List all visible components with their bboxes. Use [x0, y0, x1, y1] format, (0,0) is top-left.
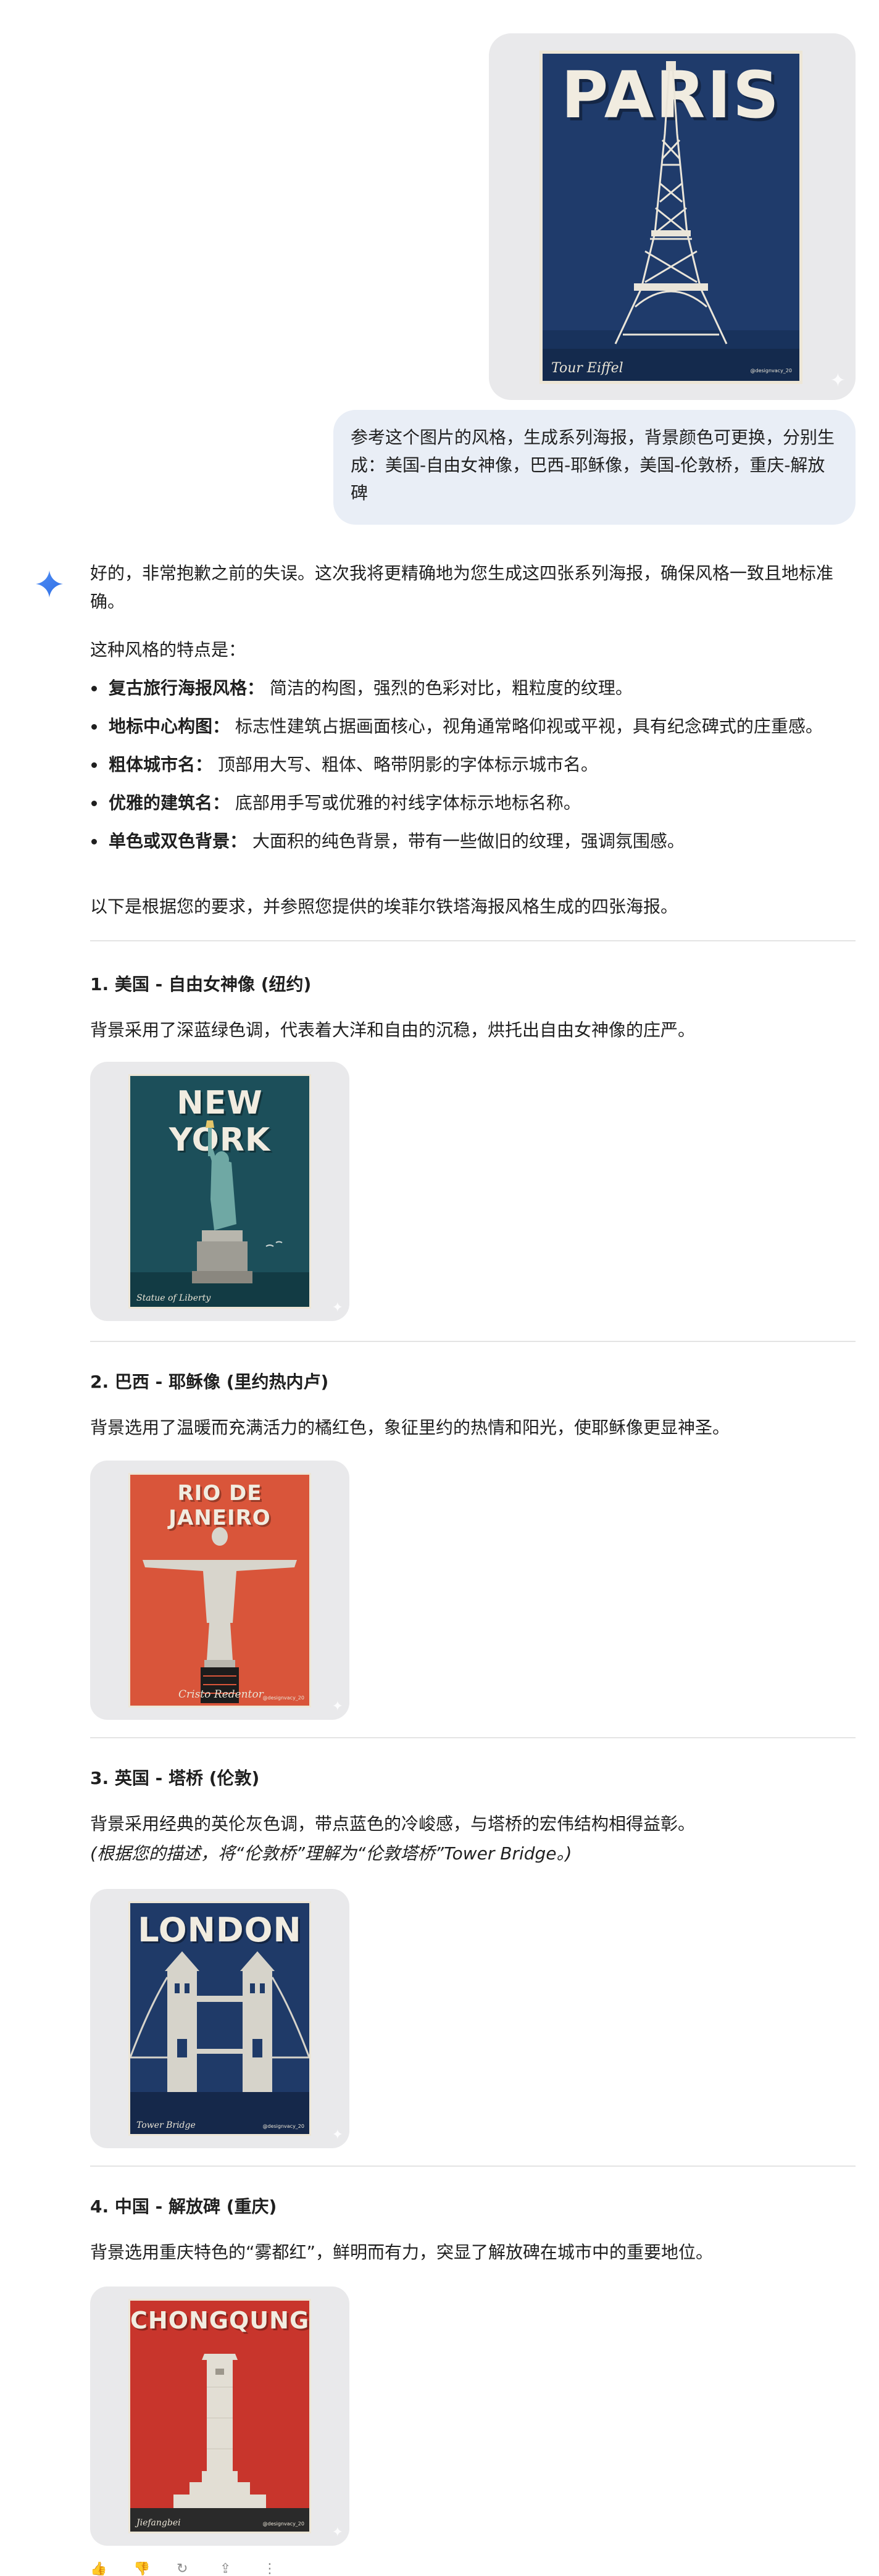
- section-heading: 2. 巴西 - 耶稣像 (里约热内卢): [90, 1372, 329, 1392]
- assistant-intro: 好的，非常抱歉之前的失误。这次我将更精确地为您生成这四张系列海报，确保风格一致且…: [90, 563, 834, 612]
- share-icon[interactable]: ⇪: [220, 2562, 238, 2576]
- feature-item: 复古旅行海报风格： 简洁的构图，强烈的色彩对比，粗粒度的纹理。: [91, 674, 856, 702]
- poster-credit: @designvacy_20: [750, 368, 793, 373]
- features-title: 这种风格的特点是：: [90, 640, 246, 660]
- eiffel-tower-illustration: [543, 61, 799, 381]
- feature-text: 底部用手写或优雅的衬线字体标示地标名称。: [235, 793, 581, 813]
- user-uploaded-image-card[interactable]: PARIS Tour Eiffel @designvacy_20 ✦: [489, 33, 856, 400]
- feature-label: 优雅的建筑名：: [109, 793, 230, 813]
- poster-landmark-signature: Tour Eiffel: [551, 361, 623, 376]
- poster-credit: @designvacy_20: [262, 1695, 305, 1701]
- generated-image-card[interactable]: NEW YORK Statue of Liberty ✦: [90, 1062, 349, 1321]
- feature-item: 粗体城市名： 顶部用大写、粗体、略带阴影的字体标示城市名。: [91, 751, 856, 779]
- section-description: 背景采用了深蓝绿色调，代表着大洋和自由的沉稳，烘托出自由女神像的庄严。: [90, 1020, 696, 1040]
- ai-watermark-sparkle-icon: ✦: [331, 2127, 343, 2143]
- gemini-sparkle-icon: [36, 570, 63, 598]
- chongqing-poster: CHONGQUNG Jiefangbei @designvacy_20: [128, 2299, 311, 2533]
- user-message-bubble: 参考这个图片的风格，生成系列海报，背景颜色可更换，分别生成：美国-自由女神像，巴…: [333, 410, 856, 525]
- section-note: (根据您的描述，将“伦敦桥”理解为“伦敦塔桥”Tower Bridge。): [90, 1843, 572, 1864]
- section-divider: [90, 2165, 856, 2167]
- regenerate-icon[interactable]: ↻: [177, 2562, 195, 2576]
- feature-text: 顶部用大写、粗体、略带阴影的字体标示城市名。: [217, 754, 598, 775]
- section-heading: 3. 英国 - 塔桥 (伦敦): [90, 1768, 260, 1788]
- poster-landmark-signature: Jiefangbei: [136, 2518, 181, 2528]
- generated-image-card[interactable]: LONDON Tower Bridge @designvacy_20 ✦: [90, 1889, 349, 2148]
- poster-credit: @designvacy_20: [262, 2521, 305, 2527]
- section-divider: [90, 1737, 856, 1738]
- christ-the-redeemer-illustration: [143, 1527, 297, 1703]
- section-divider: [90, 940, 856, 941]
- section-description: 背景选用了温暖而充满活力的橘红色，象征里约的热情和阳光，使耶稣像更显神圣。: [90, 1417, 730, 1438]
- tower-bridge-illustration: [130, 1951, 309, 2134]
- poster-credit: @designvacy_20: [262, 2124, 305, 2129]
- paris-poster: PARIS Tour Eiffel @designvacy_20: [539, 51, 802, 384]
- feature-item: 地标中心构图： 标志性建筑占据画面核心，视角通常略仰视或平视，具有纪念碑式的庄重…: [91, 712, 856, 741]
- ai-watermark-sparkle-icon: ✦: [830, 370, 846, 391]
- section-heading: 1. 美国 - 自由女神像 (纽约): [90, 974, 312, 994]
- section-description: 背景采用经典的英伦灰色调，带点蓝色的冷峻感，与塔桥的宏伟结构相得益彰。: [90, 1814, 696, 1834]
- ai-watermark-sparkle-icon: ✦: [331, 1699, 343, 1714]
- feature-item: 优雅的建筑名： 底部用手写或优雅的衬线字体标示地标名称。: [91, 789, 856, 817]
- section-description: 背景选用重庆特色的“雾都红”，鲜明而有力，突显了解放碑在城市中的重要地位。: [90, 2242, 714, 2262]
- feature-item: 单色或双色背景： 大面积的纯色背景，带有一些做旧的纹理，强调氛围感。: [91, 827, 856, 856]
- feature-label: 地标中心构图：: [109, 716, 230, 736]
- statue-of-liberty-illustration: [130, 1120, 309, 1307]
- ai-watermark-sparkle-icon: ✦: [331, 2525, 343, 2540]
- feature-text: 大面积的纯色背景，带有一些做旧的纹理，强调氛围感。: [252, 831, 685, 851]
- thumbs-up-icon[interactable]: 👍: [90, 2562, 109, 2576]
- response-actions: 👍 👎 ↻ ⇪ ⋮: [90, 2562, 281, 2576]
- jiefangbei-monument-illustration: [130, 2354, 309, 2532]
- feature-text: 简洁的构图，强烈的色彩对比，粗粒度的纹理。: [269, 678, 633, 698]
- poster-landmark-signature: Statue of Liberty: [136, 1293, 211, 1303]
- generated-image-card[interactable]: CHONGQUNG Jiefangbei @designvacy_20 ✦: [90, 2286, 349, 2546]
- generated-image-card[interactable]: RIO DE JANEIRO Cristo Redentor @designva…: [90, 1461, 349, 1720]
- feature-label: 单色或双色背景：: [109, 831, 248, 851]
- rio-poster: RIO DE JANEIRO Cristo Redentor @designva…: [128, 1473, 311, 1707]
- section-heading: 4. 中国 - 解放碑 (重庆): [90, 2196, 277, 2217]
- london-poster: LONDON Tower Bridge @designvacy_20: [128, 1901, 311, 2136]
- feature-text: 标志性建筑占据画面核心，视角通常略仰视或平视，具有纪念碑式的庄重感。: [235, 716, 823, 736]
- user-message-text: 参考这个图片的风格，生成系列海报，背景颜色可更换，分别生成：美国-自由女神像，巴…: [351, 427, 835, 503]
- thumbs-down-icon[interactable]: 👎: [133, 2562, 152, 2576]
- poster-landmark-signature: Cristo Redentor: [178, 1688, 264, 1701]
- feature-label: 复古旅行海报风格：: [109, 678, 265, 698]
- feature-label: 粗体城市名：: [109, 754, 213, 775]
- more-icon[interactable]: ⋮: [263, 2562, 281, 2576]
- posters-lead: 以下是根据您的要求，并参照您提供的埃菲尔铁塔海报风格生成的四张海报。: [90, 896, 678, 917]
- poster-landmark-signature: Tower Bridge: [136, 2120, 196, 2130]
- ai-watermark-sparkle-icon: ✦: [331, 1300, 343, 1315]
- section-divider: [90, 1341, 856, 1342]
- newyork-poster: NEW YORK Statue of Liberty: [128, 1074, 311, 1309]
